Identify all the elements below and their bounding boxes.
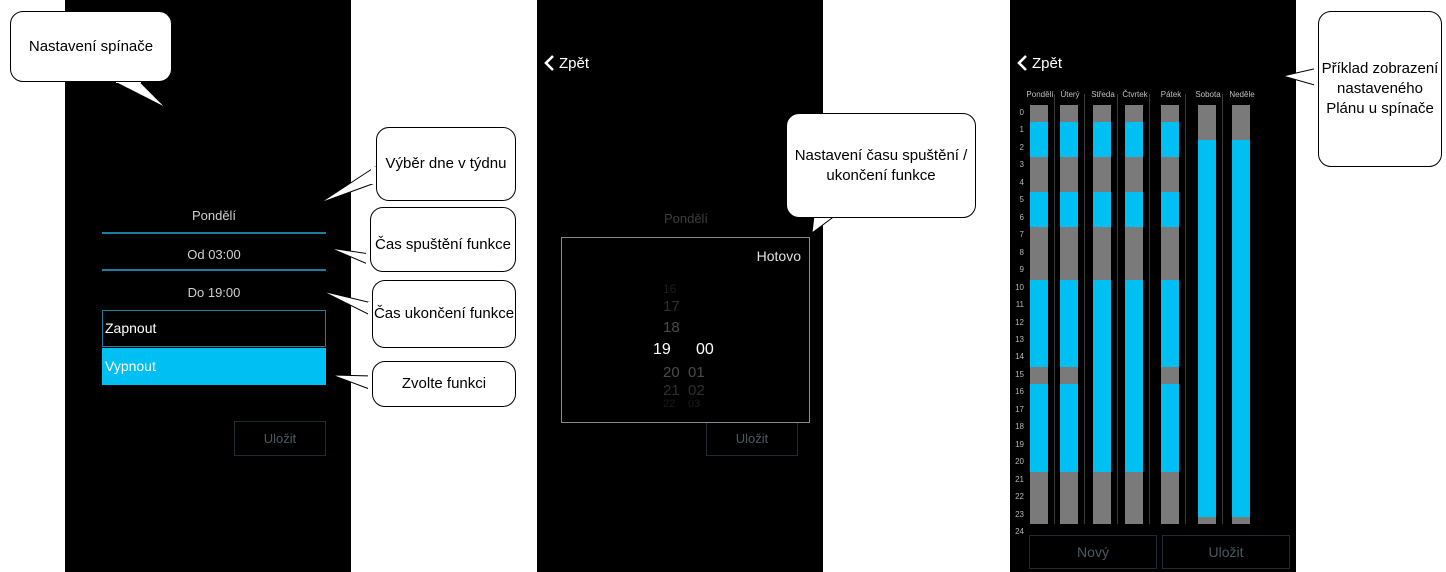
- callout-text: Nastavení spínače: [28, 37, 154, 55]
- callout-text: Čas spuštění funkce: [375, 235, 511, 253]
- pointer-schedule: [1282, 67, 1319, 87]
- callout-day-selection: Výběr dne v týdnu: [376, 127, 516, 201]
- pointer-day: [319, 166, 376, 204]
- callout-text: Zvolte funkci: [401, 375, 487, 392]
- callout-text: Příklad zobrazení nastaveného Plánu u sp…: [1321, 60, 1439, 117]
- callout-time-setting: Nastavení času spuštění / ukončení funkc…: [786, 113, 976, 218]
- pointer-settings: [114, 81, 167, 109]
- callout-start-time: Čas spuštění funkce: [370, 207, 516, 272]
- callout-text: Čas ukončení funkce: [373, 305, 515, 322]
- callout-text: Výběr dne v týdnu: [385, 155, 507, 172]
- callout-choose-function: Zvolte funkci: [372, 361, 516, 407]
- callout-switch-settings: Nastavení spínače: [10, 11, 172, 82]
- callout-end-time: Čas ukončení funkce: [372, 280, 516, 348]
- callout-pointers: [114, 67, 1320, 391]
- callout-schedule-example: Příklad zobrazení nastaveného Plánu u sp…: [1318, 11, 1442, 167]
- pointer-end: [321, 290, 373, 317]
- pointer-start: [329, 247, 371, 266]
- pointer-function: [331, 374, 373, 391]
- callout-text: Nastavení času spuštění / ukončení funkc…: [794, 146, 968, 184]
